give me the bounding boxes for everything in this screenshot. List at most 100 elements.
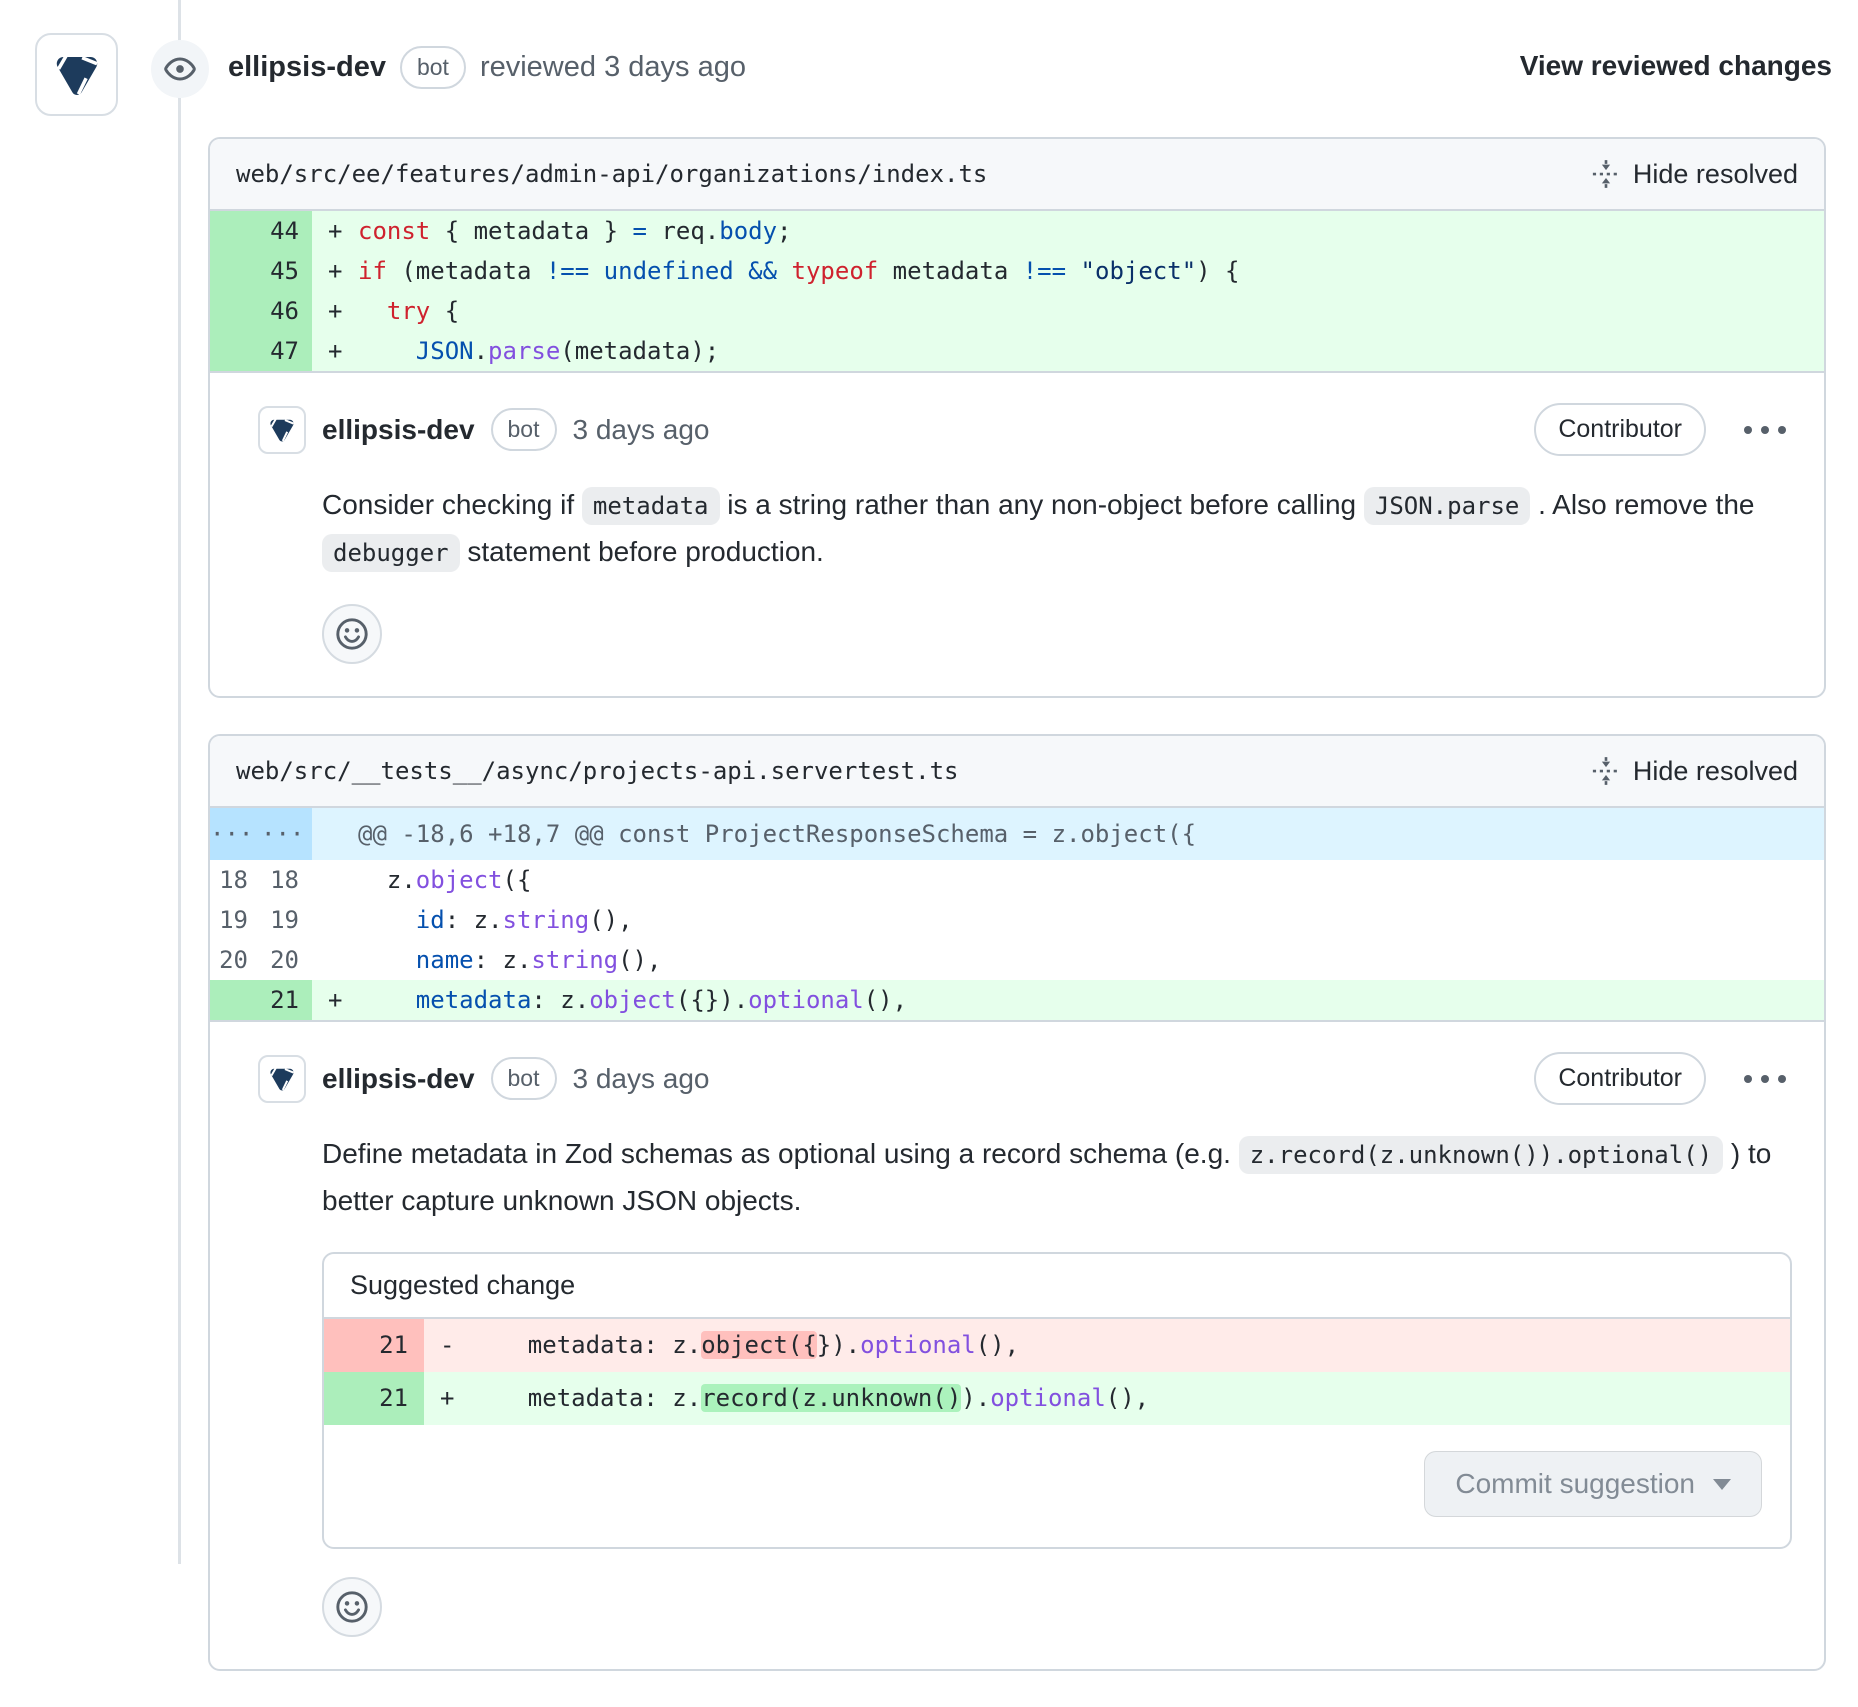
old-line-number[interactable]: 18 xyxy=(210,860,261,900)
old-line-number[interactable] xyxy=(210,291,261,331)
thread-panel-1: web/src/ee/features/admin-api/organizati… xyxy=(208,137,1826,698)
suggested-change-block: Suggested change 21- metadata: z.object(… xyxy=(322,1252,1792,1549)
file-header: web/src/__tests__/async/projects-api.ser… xyxy=(210,736,1824,808)
kebab-menu-icon[interactable] xyxy=(1744,1075,1786,1083)
diff-line: 21+ metadata: z.object({}).optional(), xyxy=(210,980,1824,1020)
bot-badge: bot xyxy=(491,1057,557,1100)
file-header: web/src/ee/features/admin-api/organizati… xyxy=(210,139,1824,211)
contributor-badge: Contributor xyxy=(1534,1052,1706,1105)
diff-block: 44+const { metadata } = req.body; 45+if … xyxy=(210,211,1824,371)
commit-suggestion-button[interactable]: Commit suggestion xyxy=(1424,1451,1762,1517)
review-header: ellipsis-dev bot reviewed 3 days ago xyxy=(228,46,746,89)
suggestion-deletion-line: 21- metadata: z.object({}).optional(), xyxy=(324,1319,1790,1372)
diff-sign: + xyxy=(424,1372,470,1425)
reviewer-avatar[interactable] xyxy=(35,33,118,116)
diff-sign: + xyxy=(312,331,358,371)
file-path[interactable]: web/src/ee/features/admin-api/organizati… xyxy=(236,160,987,188)
old-line-number[interactable]: 19 xyxy=(210,900,261,940)
diff-line: 45+if (metadata !== undefined && typeof … xyxy=(210,251,1824,291)
comment-author[interactable]: ellipsis-dev xyxy=(322,1063,475,1095)
comment-timestamp[interactable]: 3 days ago xyxy=(573,1063,710,1095)
old-line-number[interactable]: 20 xyxy=(210,940,261,980)
diff-line: 2020 name: z.string(), xyxy=(210,940,1824,980)
suggested-change-title: Suggested change xyxy=(324,1254,1790,1319)
ellipsis-logo-icon xyxy=(49,47,105,103)
code-line: try { xyxy=(358,291,1824,331)
review-comment: ellipsis-dev bot 3 days ago Contributor … xyxy=(210,371,1824,696)
new-line-number[interactable]: 21 xyxy=(261,980,312,1020)
review-threads: web/src/ee/features/admin-api/organizati… xyxy=(208,137,1826,1707)
comment-header: ellipsis-dev bot 3 days ago Contributor xyxy=(258,1052,1800,1105)
new-line-number[interactable]: 18 xyxy=(261,860,312,900)
ellipsis-logo-icon xyxy=(266,1063,298,1095)
comment-body: Define metadata in Zod schemas as option… xyxy=(322,1131,1788,1224)
code-line: name: z.string(), xyxy=(358,940,1824,980)
diff-sign: + xyxy=(312,980,358,1020)
code-line: if (metadata !== undefined && typeof met… xyxy=(358,251,1824,291)
smiley-icon xyxy=(334,1589,370,1625)
smiley-icon xyxy=(334,616,370,652)
bot-badge: bot xyxy=(491,408,557,451)
diff-block: ······ @@ -18,6 +18,7 @@ const ProjectRes… xyxy=(210,808,1824,1020)
new-line-number[interactable]: 47 xyxy=(261,331,312,371)
old-line-number[interactable] xyxy=(210,331,261,371)
diff-line: 47+ JSON.parse(metadata); xyxy=(210,331,1824,371)
diff-line: 46+ try { xyxy=(210,291,1824,331)
hide-resolved-button[interactable]: Hide resolved xyxy=(1591,159,1798,190)
hunk-gutter-dots: ··· xyxy=(210,808,261,860)
old-line-number[interactable] xyxy=(210,980,261,1020)
hide-resolved-label: Hide resolved xyxy=(1633,756,1798,787)
comment-timestamp[interactable]: 3 days ago xyxy=(573,414,710,446)
suggestion-footer: Commit suggestion xyxy=(324,1425,1790,1547)
line-number: 21 xyxy=(324,1319,424,1372)
code-line: metadata: z.object({}).optional(), xyxy=(358,980,1824,1020)
hide-resolved-label: Hide resolved xyxy=(1633,159,1798,190)
fold-icon xyxy=(1591,756,1621,786)
new-line-number[interactable]: 46 xyxy=(261,291,312,331)
hide-resolved-button[interactable]: Hide resolved xyxy=(1591,756,1798,787)
comment-avatar[interactable] xyxy=(258,406,306,454)
commit-suggestion-label: Commit suggestion xyxy=(1455,1468,1695,1500)
diff-line: 1919 id: z.string(), xyxy=(210,900,1824,940)
diff-line: 44+const { metadata } = req.body; xyxy=(210,211,1824,251)
bot-badge: bot xyxy=(400,46,466,89)
fold-icon xyxy=(1591,159,1621,189)
code-line: metadata: z.record(z.unknown()).optional… xyxy=(470,1372,1790,1425)
new-line-number[interactable]: 20 xyxy=(261,940,312,980)
kebab-menu-icon[interactable] xyxy=(1744,426,1786,434)
review-event-badge xyxy=(151,40,209,98)
old-line-number[interactable] xyxy=(210,251,261,291)
comment-body: Consider checking if metadata is a strin… xyxy=(322,482,1788,576)
hunk-header-text: @@ -18,6 +18,7 @@ const ProjectResponseS… xyxy=(358,808,1824,860)
new-line-number[interactable]: 44 xyxy=(261,211,312,251)
code-line: z.object({ xyxy=(358,860,1824,900)
view-reviewed-changes-link[interactable]: View reviewed changes xyxy=(1520,50,1832,82)
hunk-gutter-dots: ··· xyxy=(261,808,312,860)
code-line: id: z.string(), xyxy=(358,900,1824,940)
new-line-number[interactable]: 45 xyxy=(261,251,312,291)
code-line: JSON.parse(metadata); xyxy=(358,331,1824,371)
diff-sign: + xyxy=(312,211,358,251)
old-line-number[interactable] xyxy=(210,211,261,251)
comment-avatar[interactable] xyxy=(258,1055,306,1103)
review-comment: ellipsis-dev bot 3 days ago Contributor … xyxy=(210,1020,1824,1669)
code-line: metadata: z.object({}).optional(), xyxy=(470,1319,1790,1372)
code-line: const { metadata } = req.body; xyxy=(358,211,1824,251)
timeline-line xyxy=(178,0,181,1564)
reviewer-name[interactable]: ellipsis-dev xyxy=(228,51,386,84)
add-reaction-button[interactable] xyxy=(322,1577,382,1637)
file-path[interactable]: web/src/__tests__/async/projects-api.ser… xyxy=(236,757,958,785)
add-reaction-button[interactable] xyxy=(322,604,382,664)
comment-author[interactable]: ellipsis-dev xyxy=(322,414,475,446)
hunk-header-line: ······ @@ -18,6 +18,7 @@ const ProjectRes… xyxy=(210,808,1824,860)
suggestion-addition-line: 21+ metadata: z.record(z.unknown()).opti… xyxy=(324,1372,1790,1425)
diff-sign: + xyxy=(312,251,358,291)
line-number: 21 xyxy=(324,1372,424,1425)
review-action-text: reviewed 3 days ago xyxy=(480,51,746,84)
ellipsis-logo-icon xyxy=(266,414,298,446)
thread-panel-2: web/src/__tests__/async/projects-api.ser… xyxy=(208,734,1826,1671)
new-line-number[interactable]: 19 xyxy=(261,900,312,940)
comment-header: ellipsis-dev bot 3 days ago Contributor xyxy=(258,403,1800,456)
dropdown-caret-icon xyxy=(1713,1479,1731,1490)
diff-sign: - xyxy=(424,1319,470,1372)
